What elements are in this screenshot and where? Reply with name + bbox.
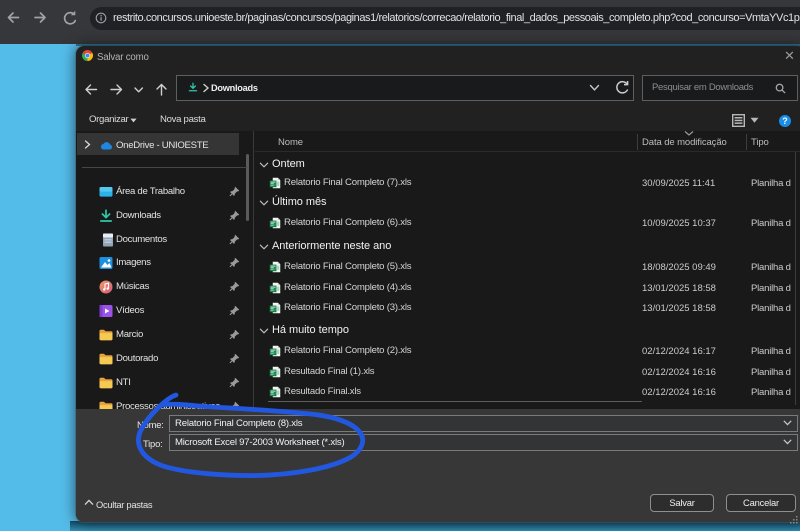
- svg-text:?: ?: [782, 116, 788, 126]
